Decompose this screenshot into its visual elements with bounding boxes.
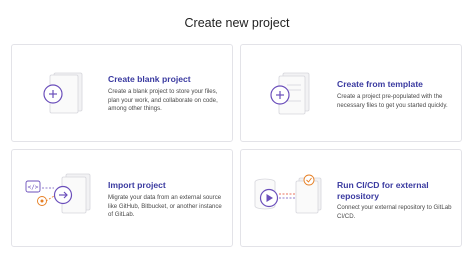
run-cicd-card[interactable]: Run CI/CD for external repository Connec… [240, 149, 462, 247]
blank-project-illustration [43, 72, 83, 114]
cicd-illustration [254, 174, 322, 214]
card-description: Create a project pre-populated with the … [337, 93, 448, 109]
create-blank-project-card[interactable]: Create blank project Create a blank proj… [11, 44, 233, 142]
create-from-template-card[interactable]: Create from template Create a project pr… [240, 44, 462, 142]
card-title: Run CI/CD for external repository [337, 180, 429, 201]
card-description: Migrate your data from an external sourc… [108, 194, 222, 219]
page-title: Create new project [184, 16, 290, 30]
import-arrow-icon [53, 185, 73, 205]
plus-icon [270, 85, 290, 105]
card-description: Create a blank project to store your fil… [108, 88, 218, 113]
card-title: Create from template [337, 79, 423, 89]
import-project-card[interactable]: </> Import project Migrate your data fro… [11, 149, 233, 247]
play-icon [259, 188, 279, 208]
git-icon [37, 196, 47, 206]
svg-text:</>: </> [28, 184, 39, 191]
card-title: Create blank project [108, 74, 191, 84]
check-icon [303, 174, 315, 186]
template-illustration [270, 72, 310, 115]
card-description: Connect your external repository to GitL… [337, 204, 452, 220]
code-icon: </> [25, 180, 41, 193]
import-illustration: </> [25, 173, 91, 214]
card-title: Import project [108, 180, 166, 190]
plus-icon [43, 84, 63, 104]
